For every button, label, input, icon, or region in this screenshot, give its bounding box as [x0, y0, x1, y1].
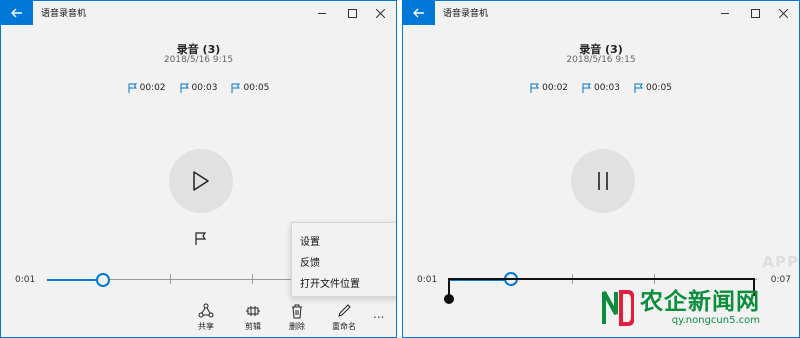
back-arrow-icon[interactable]	[1, 1, 33, 25]
marker-time: 00:03	[594, 83, 620, 93]
more-button[interactable]: ...	[373, 307, 384, 321]
add-marker-button[interactable]	[194, 232, 208, 246]
site-name: 农企新闻网	[640, 288, 760, 315]
delete-icon	[292, 304, 302, 319]
flag-icon	[180, 83, 189, 93]
seek-progress	[47, 279, 103, 281]
title-bar: 语音录音机	[403, 1, 799, 25]
play-button[interactable]	[169, 149, 233, 213]
annotation-dot	[444, 294, 454, 304]
play-icon	[193, 171, 209, 191]
maximize-button[interactable]	[741, 3, 769, 23]
recording-date: 2018/5/16 9:15	[566, 55, 636, 65]
marker-time: 00:03	[191, 83, 218, 93]
close-icon	[375, 8, 385, 18]
marker-time: 00:05	[645, 83, 672, 93]
recorder-window-left: 语音录音机 录音 (3) 2018/5/16 9:15 00:02 00:03 …	[0, 0, 397, 338]
maximize-button[interactable]	[338, 3, 366, 23]
marker-item[interactable]: 00:03	[180, 83, 218, 93]
marker-item[interactable]: 00:02	[530, 83, 568, 93]
site-url: qy.nongcun5.com	[671, 314, 760, 326]
flag-icon	[128, 83, 137, 93]
minimize-button[interactable]	[711, 3, 739, 23]
seek-thumb[interactable]	[96, 273, 110, 287]
close-button[interactable]	[366, 3, 394, 23]
flag-icon	[231, 83, 241, 93]
menu-item-feedback[interactable]: 反馈	[300, 254, 320, 269]
maximize-icon	[750, 8, 760, 18]
context-menu: 设置 反馈 打开文件位置	[291, 222, 396, 297]
close-icon	[778, 8, 788, 18]
marker-item[interactable]: 00:05	[634, 83, 672, 93]
menu-item-open-file-location[interactable]: 打开文件位置	[300, 275, 360, 290]
app-title: 语音录音机	[443, 9, 489, 19]
flag-icon	[634, 83, 643, 93]
minimize-button[interactable]	[308, 3, 336, 23]
marker-time: 00:02	[542, 83, 569, 93]
flag-icon	[582, 83, 592, 93]
share-label: 共享	[198, 322, 214, 331]
marker-item[interactable]: 00:03	[582, 83, 620, 93]
minimize-icon	[721, 12, 729, 14]
delete-label: 删除	[289, 322, 305, 331]
rename-icon	[338, 304, 351, 317]
time-start: 0:01	[15, 275, 36, 285]
annotation-bracket-top	[448, 278, 754, 280]
marker-time: 00:02	[139, 83, 166, 93]
pause-button[interactable]	[571, 149, 635, 213]
rename-label: 重命名	[332, 322, 356, 331]
marker-list: 00:02 00:03 00:05	[403, 83, 799, 93]
marker-item[interactable]: 00:05	[231, 83, 269, 93]
app-title: 语音录音机	[41, 9, 87, 19]
rename-button[interactable]: 重命名	[327, 303, 361, 332]
menu-item-settings[interactable]: 设置	[300, 233, 320, 248]
marker-tick	[252, 274, 253, 284]
time-start: 0:01	[417, 275, 438, 285]
site-logo-icon	[602, 290, 634, 326]
minimize-icon	[318, 12, 326, 14]
marker-time: 00:05	[243, 83, 270, 93]
time-end: 0:07	[770, 275, 791, 285]
marker-tick	[170, 274, 171, 284]
flag-icon	[530, 83, 540, 93]
trim-button[interactable]: 剪辑	[236, 303, 270, 332]
title-bar: 语音录音机	[1, 1, 396, 25]
share-icon	[198, 303, 214, 318]
share-button[interactable]: 共享	[189, 303, 223, 332]
back-arrow-icon[interactable]	[403, 1, 435, 25]
marker-list: 00:02 00:03 00:05	[1, 83, 396, 93]
pause-icon	[598, 172, 608, 190]
trim-label: 剪辑	[245, 322, 261, 331]
site-watermark: 农企新闻网 qy.nongcun5.com	[602, 288, 760, 326]
delete-button[interactable]: 删除	[280, 303, 314, 332]
trim-icon	[246, 306, 260, 316]
marker-item[interactable]: 00:02	[128, 83, 166, 93]
maximize-icon	[347, 8, 357, 18]
close-button[interactable]	[769, 3, 797, 23]
recording-date: 2018/5/16 9:15	[163, 55, 234, 65]
watermark-app: APP	[762, 253, 799, 271]
